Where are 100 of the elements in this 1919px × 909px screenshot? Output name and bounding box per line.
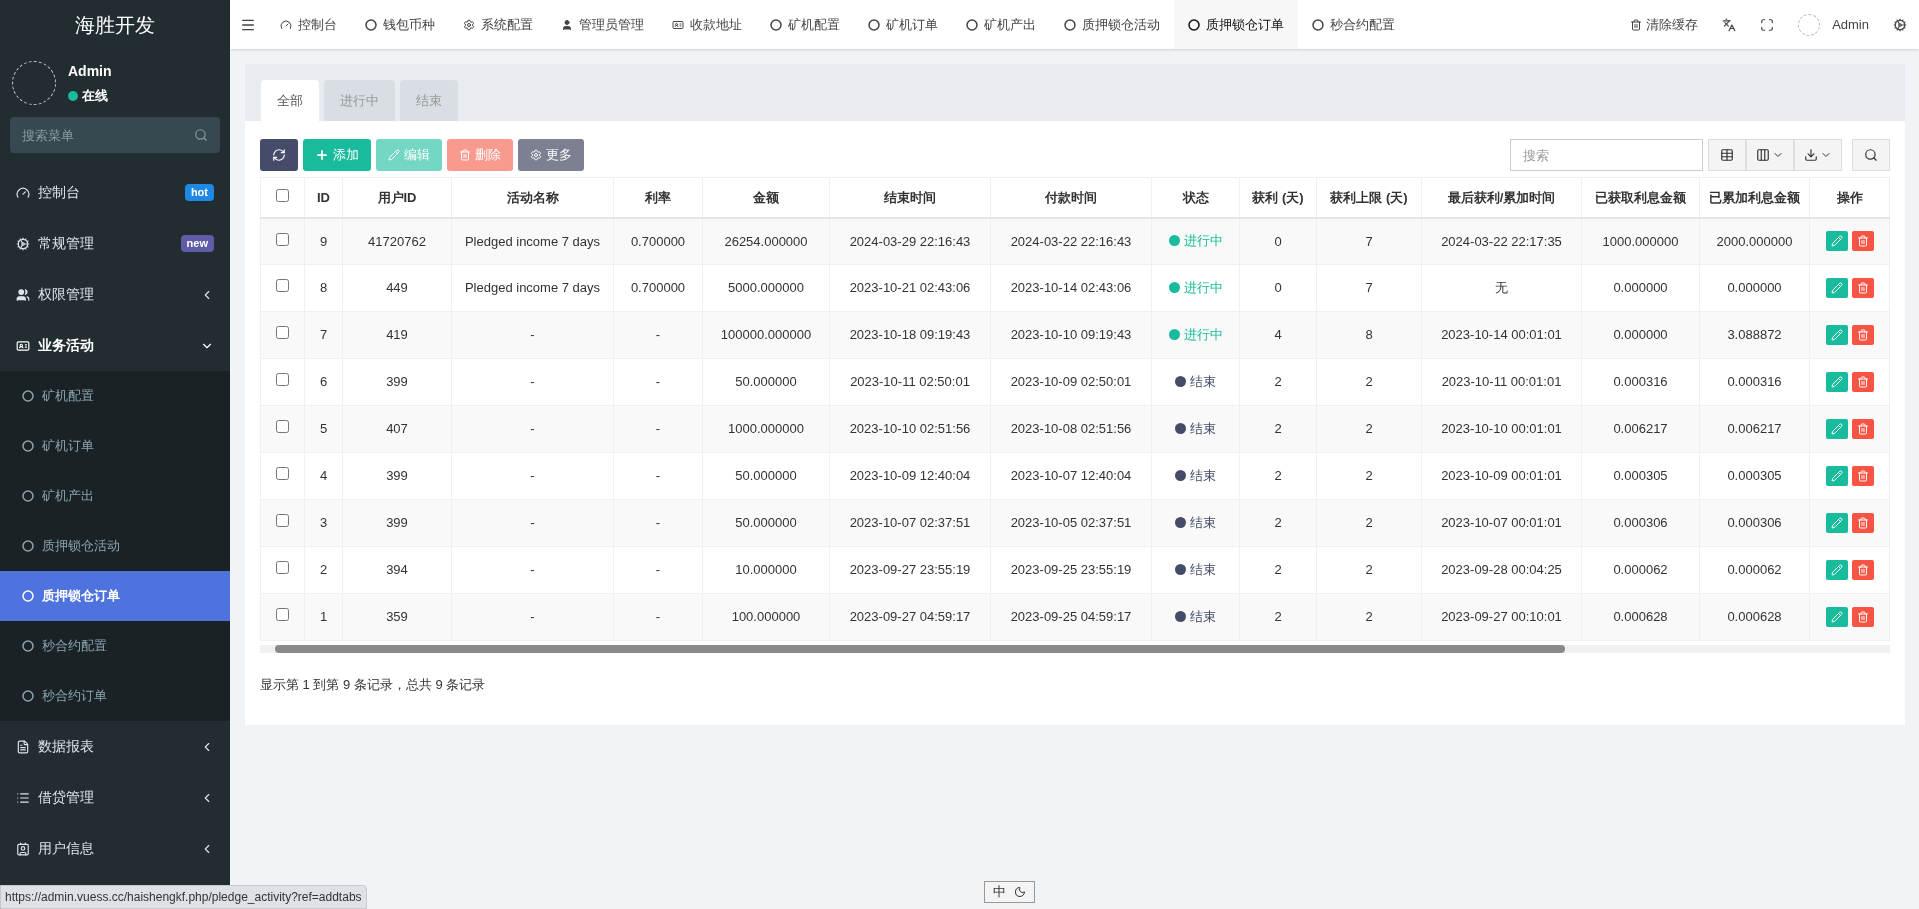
search-field[interactable]: 搜索 [1510,139,1703,171]
row-checkbox[interactable] [276,561,289,575]
circle-icon [1312,18,1324,31]
delete-button[interactable] [1851,419,1874,439]
translate-icon[interactable] [1722,17,1737,32]
edit-button[interactable] [1825,278,1848,298]
delete-button[interactable] [1851,560,1874,580]
menu-badge: new [180,235,214,252]
sidebar-subitem[interactable]: 质押锁仓订单 [0,571,230,621]
nav-tab[interactable]: 收款地址 [658,0,756,49]
settings-icon[interactable] [1893,17,1907,32]
brand-title: 海胜开发 [74,12,156,38]
sidebar-subitem[interactable]: 矿机订单 [0,421,230,471]
sidebar-subitem[interactable]: 矿机产出 [0,471,230,521]
export-button[interactable] [1794,139,1842,171]
sidebar-item[interactable]: 数据报表 [0,721,230,772]
edit-button[interactable] [1825,607,1848,627]
delete-button[interactable] [1851,278,1874,298]
edit-button[interactable] [1825,560,1848,580]
row-checkbox[interactable] [276,420,289,434]
search-button[interactable] [1852,139,1890,171]
table-cell: 1000.000000 [702,405,830,453]
row-checkbox[interactable] [276,279,289,293]
sidebar-item[interactable]: 业务活动 [0,320,230,371]
edit-button[interactable] [1825,419,1848,439]
table-cell: 0.000316 [1581,358,1700,406]
id-card-icon [16,338,30,353]
toolbar-button[interactable]: 更多 [518,139,584,171]
sidebar-item[interactable]: 常规管理 new [0,218,230,269]
fullscreen-icon[interactable] [1760,17,1775,32]
row-checkbox[interactable] [276,608,289,622]
edit-button[interactable] [1825,325,1848,345]
table-cell: 0.700000 [613,264,703,312]
trash-icon [1856,611,1869,623]
circle-icon [22,490,34,502]
nav-tab[interactable]: 质押锁仓活动 [1050,0,1174,49]
sidebar-subitem[interactable]: 矿机配置 [0,371,230,421]
table-cell: 6 [304,358,343,406]
columns-button[interactable] [1746,139,1794,171]
table-cell: 0.000305 [1581,452,1700,500]
delete-button[interactable] [1851,325,1874,345]
clear-cache-button[interactable]: 清除缓存 [1618,14,1711,35]
table-cell: 2 [1239,593,1317,641]
table-cell: 7 [304,311,343,359]
table-cell: 2023-10-14 02:43:06 [990,264,1152,312]
table-cell: 41720762 [342,217,452,265]
table-cell: 0 [1239,217,1317,265]
nav-tab[interactable]: 系统配置 [449,0,547,49]
row-checkbox[interactable] [276,514,289,528]
delete-button[interactable] [1851,513,1874,533]
table-cell: 2 [1239,452,1317,500]
search-field[interactable]: 搜索菜单 [10,117,220,153]
edit-button[interactable] [1825,513,1848,533]
table-view-button[interactable] [1708,139,1746,171]
row-checkbox[interactable] [276,467,289,481]
delete-button[interactable] [1851,372,1874,392]
nav-tab[interactable]: 质押锁仓订单 [1174,0,1298,49]
table-cell: 2023-10-10 00:01:01 [1421,405,1582,453]
nav-tab[interactable]: 控制台 [266,0,351,49]
columns-icon [1756,148,1770,162]
delete-button[interactable] [1851,231,1874,252]
nav-tab[interactable]: 管理员管理 [547,0,658,49]
sidebar-item[interactable]: 用户信息 [0,823,230,874]
table-cell: 0.000628 [1699,593,1810,641]
table-cell: 399 [342,499,452,547]
nav-tab[interactable]: 矿机产出 [952,0,1050,49]
table-cell: 2023-10-08 02:51:56 [990,405,1152,453]
nav-tab[interactable]: 秒合约配置 [1298,0,1409,49]
edit-button[interactable] [1825,231,1848,252]
table-cell: - [451,593,614,641]
horizontal-scrollbar[interactable] [260,643,1890,655]
row-checkbox[interactable] [276,373,289,387]
row-checkbox[interactable] [276,326,289,340]
filter-tab[interactable]: 全部 [261,80,319,121]
user-menu[interactable]: Admin [1786,13,1881,36]
sidebar-subitem[interactable]: 质押锁仓活动 [0,521,230,571]
settings-icon [530,149,542,161]
table-cell: 0.000000 [1581,311,1700,359]
table-cell: 5000.000000 [702,264,830,312]
nav-tab[interactable]: 矿机配置 [756,0,854,49]
sidebar-subitem[interactable]: 秒合约配置 [0,621,230,671]
delete-button[interactable] [1851,607,1874,627]
table-cell: 3 [304,499,343,547]
nav-tab[interactable]: 矿机订单 [854,0,952,49]
toolbar-button[interactable] [260,139,298,171]
status-label: 进行中 [1168,230,1223,251]
sidebar-item[interactable]: 借贷管理 [0,772,230,823]
delete-button[interactable] [1851,466,1874,486]
sidebar-subitem[interactable]: 秒合约订单 [0,671,230,721]
select-all-checkbox[interactable] [276,188,289,202]
column-header: 获利 (天) [1239,177,1317,218]
ime-toolbar[interactable]: 中 [984,881,1035,903]
row-checkbox[interactable] [276,232,289,246]
edit-button[interactable] [1825,466,1848,486]
table-cell: - [613,546,703,594]
sidebar-item[interactable]: 权限管理 [0,269,230,320]
edit-button[interactable] [1825,372,1848,392]
nav-tab[interactable]: 钱包币种 [351,0,449,49]
user-name: Admin [68,61,112,81]
sidebar-item[interactable]: 控制台 hot [0,167,230,218]
